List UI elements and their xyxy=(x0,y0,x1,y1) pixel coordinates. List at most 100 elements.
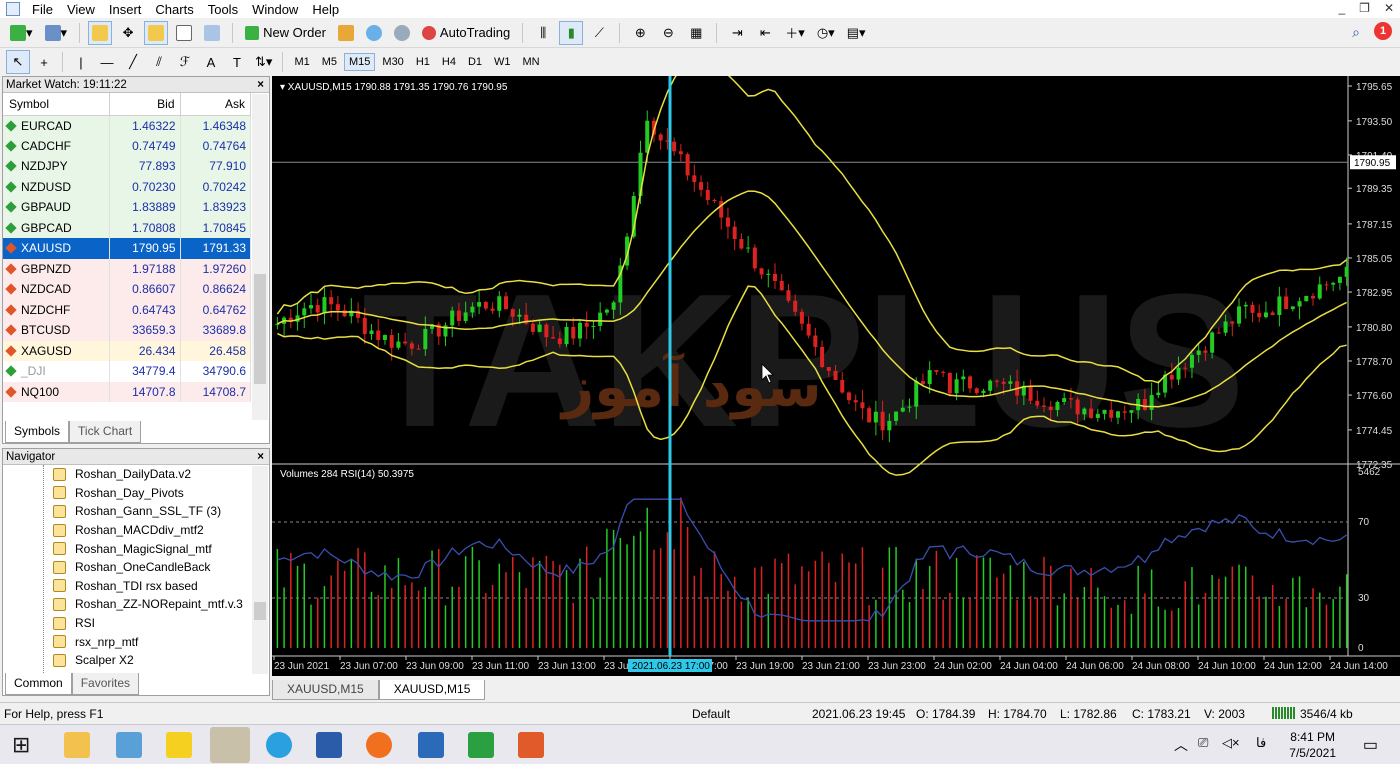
price-chart[interactable]: TAKPLUSسود آموز1795.651793.501791.401789… xyxy=(272,58,1400,676)
label-tool[interactable]: T xyxy=(225,50,249,74)
close-icon[interactable]: ✕ xyxy=(1384,1,1394,15)
market-watch-row[interactable]: NZDCHF 0.64743 0.64762 xyxy=(3,299,252,320)
line-chart-button[interactable]: ⟋ xyxy=(587,21,611,45)
bid-cell[interactable]: 0.70230 xyxy=(109,176,181,197)
market-watch-scrollbar[interactable] xyxy=(252,94,268,420)
ask-cell[interactable]: 0.74764 xyxy=(180,135,252,156)
volume-icon[interactable]: ◁× xyxy=(1222,735,1240,751)
market-watch-row[interactable]: XAUUSD 1790.95 1791.33 xyxy=(3,238,252,259)
navigator-item[interactable]: Roshan_DailyData.v2 xyxy=(3,465,269,484)
navigator-item[interactable]: Scalper X2 xyxy=(3,651,269,670)
timeframe-h1[interactable]: H1 xyxy=(411,53,435,71)
ask-cell[interactable]: 26.458 xyxy=(180,340,252,361)
timeframe-m30[interactable]: M30 xyxy=(377,53,408,71)
camtasia-icon[interactable] xyxy=(468,732,494,758)
timeframe-mn[interactable]: MN xyxy=(518,53,545,71)
ask-cell[interactable]: 1791.33 xyxy=(180,238,252,259)
restore-icon[interactable]: ❐ xyxy=(1359,1,1370,15)
market-watch-row[interactable]: NZDCAD 0.86607 0.86624 xyxy=(3,279,252,300)
templates-button[interactable]: ▤ ▾ xyxy=(843,21,870,45)
text-tool[interactable]: A xyxy=(199,50,223,74)
signals-button[interactable] xyxy=(390,21,414,45)
indicators-button[interactable]: ＋ ▾ xyxy=(781,21,809,45)
network-icon[interactable]: ⎚ xyxy=(1198,735,1208,751)
ask-cell[interactable]: 1.83923 xyxy=(180,197,252,218)
trendline-tool[interactable]: ╱ xyxy=(121,50,145,74)
symbol-cell[interactable]: NZDUSD xyxy=(3,176,111,197)
bid-cell[interactable]: 26.434 xyxy=(109,340,181,361)
column-bid[interactable]: Bid xyxy=(109,93,181,116)
market-watch-row[interactable]: XAGUSD 26.434 26.458 xyxy=(3,340,252,361)
action-center-icon[interactable]: ▭ xyxy=(1363,735,1378,755)
menu-tools[interactable]: Tools xyxy=(204,2,248,17)
timeframe-h4[interactable]: H4 xyxy=(437,53,461,71)
file-explorer-icon[interactable] xyxy=(64,732,90,758)
cursor-tool[interactable]: ↖ xyxy=(6,50,30,74)
bid-cell[interactable]: 14707.8 xyxy=(109,381,181,402)
close-icon[interactable]: × xyxy=(257,449,264,465)
terminal-button[interactable] xyxy=(172,21,196,45)
metaeditor-button[interactable] xyxy=(334,21,358,45)
bid-cell[interactable]: 0.86607 xyxy=(109,279,181,300)
chart-tab-2[interactable]: XAUUSD,M15 xyxy=(378,680,486,700)
menu-charts[interactable]: Charts xyxy=(151,2,203,17)
navigator-item[interactable]: RSI xyxy=(3,614,269,633)
windows-start-icon[interactable]: ⊞ xyxy=(12,732,38,758)
photos-icon[interactable] xyxy=(418,732,444,758)
tab-symbols[interactable]: Symbols xyxy=(5,421,70,443)
alpari-icon[interactable] xyxy=(210,727,250,763)
bid-cell[interactable]: 34779.4 xyxy=(109,361,181,382)
autoscroll-button[interactable]: ⇤ xyxy=(753,21,777,45)
navigator-item[interactable]: Roshan_OneCandleBack xyxy=(3,558,269,577)
navigator-item[interactable]: Roshan_Day_Pivots xyxy=(3,484,269,503)
bid-cell[interactable]: 1.97188 xyxy=(109,258,181,279)
symbol-cell[interactable]: CADCHF xyxy=(3,135,111,156)
symbol-cell[interactable]: EURCAD xyxy=(3,115,111,136)
ask-cell[interactable]: 77.910 xyxy=(180,156,252,177)
chat-button[interactable] xyxy=(362,21,386,45)
profiles-button[interactable]: ▾ xyxy=(41,21,72,45)
ask-cell[interactable]: 0.70242 xyxy=(180,176,252,197)
search-icon[interactable]: ⌕ xyxy=(1352,24,1360,41)
bid-cell[interactable]: 1.46322 xyxy=(109,115,181,136)
bid-cell[interactable]: 1.83889 xyxy=(109,197,181,218)
market-watch-row[interactable]: _DJI 34779.4 34790.6 xyxy=(3,361,252,382)
timeframe-w1[interactable]: W1 xyxy=(489,53,516,71)
bar-chart-button[interactable]: ⫼ xyxy=(531,21,555,45)
menu-window[interactable]: Window xyxy=(248,2,308,17)
market-watch-row[interactable]: NZDJPY 77.893 77.910 xyxy=(3,156,252,177)
market-watch-row[interactable]: NQ100 14707.8 14708.7 xyxy=(3,381,252,402)
navigator-item[interactable]: Roshan_TDI rsx based xyxy=(3,577,269,596)
periods-button[interactable]: ◷ ▾ xyxy=(813,21,839,45)
market-watch-button[interactable] xyxy=(88,20,113,45)
bid-cell[interactable]: 77.893 xyxy=(109,156,181,177)
autotrading-button[interactable]: AutoTrading xyxy=(418,21,514,45)
market-watch-row[interactable]: CADCHF 0.74749 0.74764 xyxy=(3,135,252,156)
market-watch-row[interactable]: EURCAD 1.46322 1.46348 xyxy=(3,115,252,136)
timeframe-d1[interactable]: D1 xyxy=(463,53,487,71)
symbol-cell[interactable]: _DJI xyxy=(3,361,111,382)
tab-favorites[interactable]: Favorites xyxy=(71,673,140,695)
tile-windows-button[interactable]: ▦ xyxy=(684,21,708,45)
chart-tab-1[interactable]: XAUUSD,M15 xyxy=(272,680,379,700)
bid-cell[interactable]: 1790.95 xyxy=(109,238,181,259)
strategy-tester-button[interactable] xyxy=(200,21,224,45)
navigator-item[interactable]: Roshan_Gann_SSL_TF (3) xyxy=(3,502,269,521)
bid-cell[interactable]: 1.70808 xyxy=(109,217,181,238)
symbol-cell[interactable]: NQ100 xyxy=(3,381,111,402)
firefox-icon[interactable] xyxy=(366,732,392,758)
ask-cell[interactable]: 1.97260 xyxy=(180,258,252,279)
market-watch-row[interactable]: BTCUSD 33659.3 33689.8 xyxy=(3,320,252,341)
candlestick-button[interactable]: ▮ xyxy=(559,20,584,45)
chevron-up-icon[interactable]: ︿ xyxy=(1174,735,1188,755)
ask-cell[interactable]: 1.46348 xyxy=(180,115,252,136)
navigator-item[interactable]: rsx_nrp_mtf xyxy=(3,632,269,651)
menu-insert[interactable]: Insert xyxy=(105,2,152,17)
data-window-button[interactable]: ✥ xyxy=(116,21,140,45)
camtasia-recorder-icon[interactable] xyxy=(518,732,544,758)
bid-cell[interactable]: 0.64743 xyxy=(109,299,181,320)
menu-file[interactable]: File xyxy=(28,2,63,17)
symbol-cell[interactable]: GBPAUD xyxy=(3,197,111,218)
ask-cell[interactable]: 0.86624 xyxy=(180,279,252,300)
symbol-cell[interactable]: NZDJPY xyxy=(3,156,111,177)
